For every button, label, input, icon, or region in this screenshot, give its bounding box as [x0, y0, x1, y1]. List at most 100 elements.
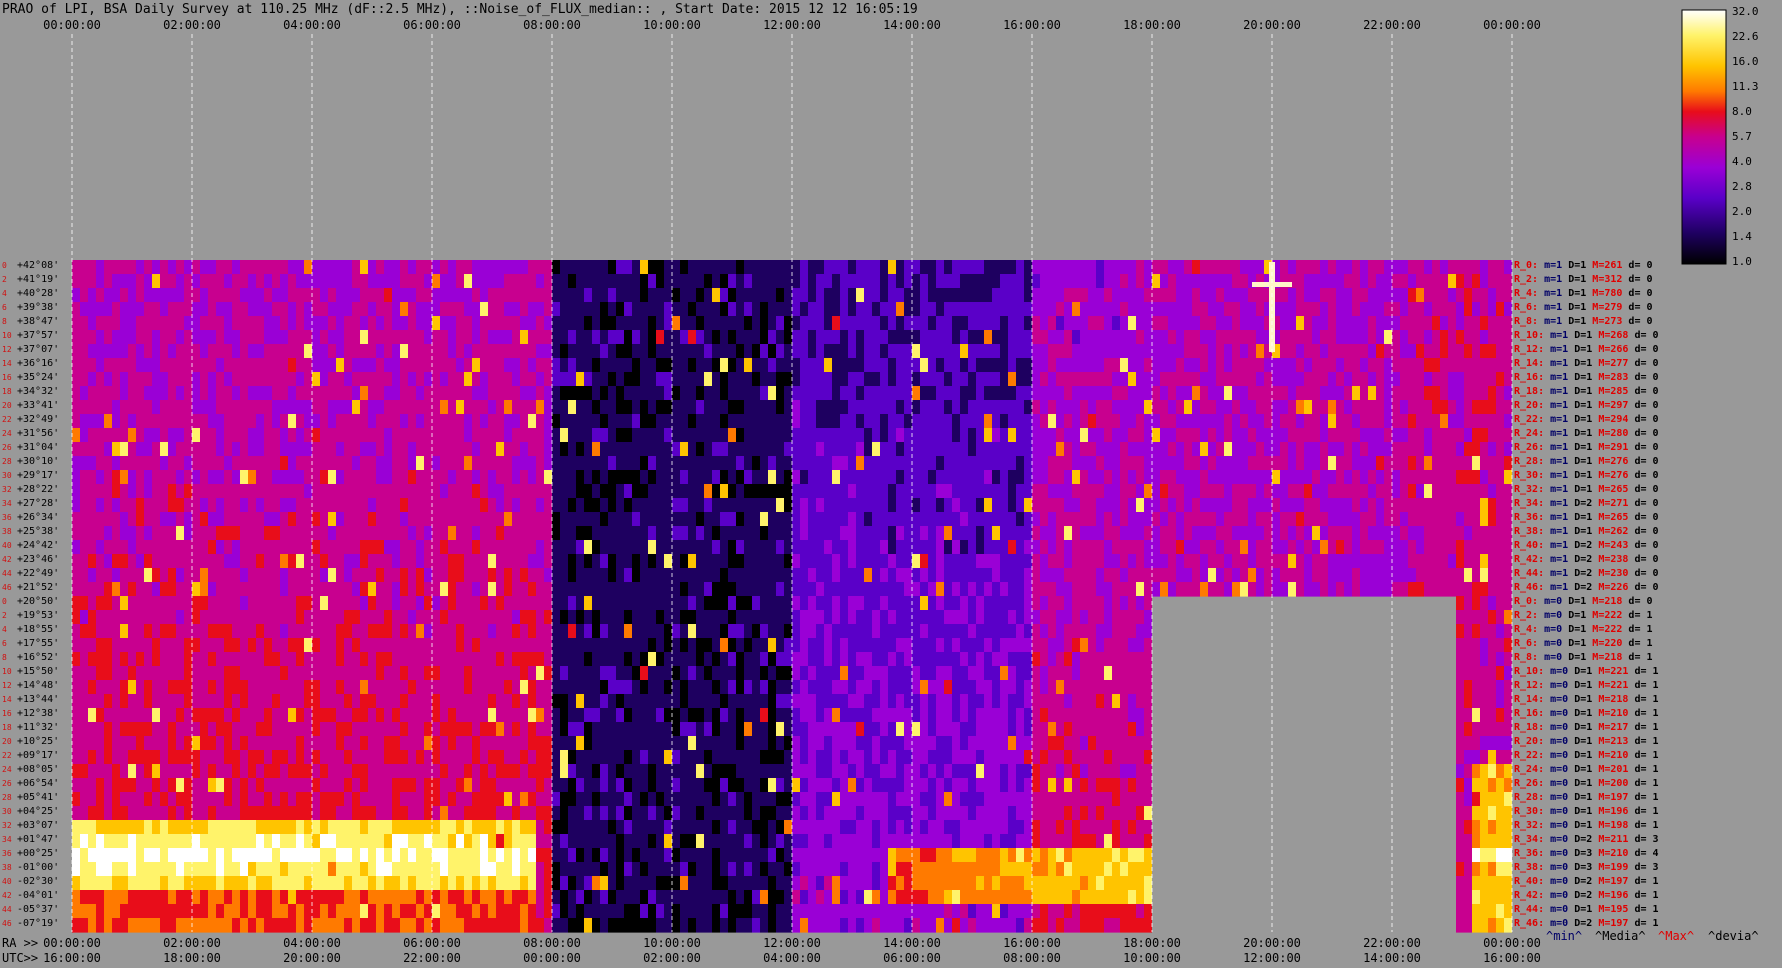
heatmap-cell	[408, 484, 416, 499]
heatmap-cell	[1064, 526, 1072, 541]
heatmap-cell	[496, 456, 504, 471]
heatmap-cell	[1328, 372, 1336, 387]
heatmap-cell	[816, 358, 824, 373]
heatmap-cell	[984, 344, 992, 359]
heatmap-cell	[512, 260, 520, 275]
heatmap-cell	[888, 274, 896, 289]
heatmap-cell	[992, 456, 1000, 471]
heatmap-cell	[248, 526, 256, 541]
heatmap-cell	[1024, 610, 1032, 625]
heatmap-cell	[232, 596, 240, 611]
heatmap-cell	[1056, 456, 1064, 471]
heatmap-cell	[896, 638, 904, 653]
heatmap-cell	[872, 470, 880, 485]
heatmap-cell	[200, 512, 208, 527]
heatmap-cell	[480, 456, 488, 471]
heatmap-cell	[1280, 470, 1288, 485]
heatmap-cell	[1120, 624, 1128, 639]
heatmap-cell	[936, 596, 944, 611]
heatmap-cell	[288, 526, 296, 541]
heatmap-cell	[1504, 442, 1512, 457]
heatmap-cell	[1488, 442, 1496, 457]
heatmap-cell	[72, 386, 80, 401]
heatmap-cell	[768, 652, 776, 667]
heatmap-cell	[120, 582, 128, 597]
heatmap-cell	[1376, 372, 1384, 387]
heatmap-cell	[744, 652, 752, 667]
heatmap-cell	[144, 610, 152, 625]
heatmap-cell	[616, 484, 624, 499]
heatmap-cell	[1416, 484, 1424, 499]
heatmap-cell	[1424, 316, 1432, 331]
heatmap-cell	[824, 456, 832, 471]
heatmap-cell	[112, 414, 120, 429]
heatmap-cell	[672, 498, 680, 513]
heatmap-cell	[1400, 260, 1408, 275]
heatmap-cell	[968, 498, 976, 513]
heatmap-cell	[1136, 330, 1144, 345]
heatmap-cell	[376, 456, 384, 471]
heatmap-cell	[192, 372, 200, 387]
heatmap-cell	[928, 498, 936, 513]
heatmap-cell	[72, 512, 80, 527]
heatmap-cell	[432, 260, 440, 275]
heatmap-cell	[720, 554, 728, 569]
heatmap-cell	[1120, 274, 1128, 289]
heatmap-cell	[792, 386, 800, 401]
heatmap-cell	[288, 274, 296, 289]
heatmap-cell	[344, 540, 352, 555]
heatmap-cell	[880, 456, 888, 471]
heatmap-cell	[856, 442, 864, 457]
heatmap-cell	[688, 624, 696, 639]
heatmap-cell	[1160, 274, 1168, 289]
heatmap-cell	[216, 596, 224, 611]
heatmap-cell	[552, 274, 560, 289]
heatmap-cell	[1360, 498, 1368, 513]
heatmap-cell	[648, 512, 656, 527]
heatmap-cell	[600, 498, 608, 513]
heatmap-cell	[1472, 568, 1480, 583]
heatmap-cell	[1224, 386, 1232, 401]
heatmap-cell	[528, 260, 536, 275]
heatmap-cell	[456, 302, 464, 317]
heatmap-cell	[408, 442, 416, 457]
heatmap-cell	[592, 344, 600, 359]
heatmap-cell	[616, 540, 624, 555]
heatmap-cell	[88, 470, 96, 485]
heatmap-cell	[1496, 386, 1504, 401]
heatmap-cell	[1096, 638, 1104, 653]
heatmap-cell	[1272, 428, 1280, 443]
heatmap-cell	[360, 610, 368, 625]
heatmap-cell	[80, 610, 88, 625]
heatmap-cell	[872, 638, 880, 653]
heatmap-cell	[664, 330, 672, 345]
heatmap-cell	[416, 344, 424, 359]
heatmap-cell	[1384, 372, 1392, 387]
heatmap-cell	[712, 540, 720, 555]
heatmap-cell	[1160, 526, 1168, 541]
heatmap-cell	[176, 582, 184, 597]
heatmap-cell	[528, 428, 536, 443]
heatmap-cell	[1256, 288, 1264, 303]
heatmap-cell	[88, 596, 96, 611]
heatmap-cell	[880, 610, 888, 625]
heatmap-cell	[856, 526, 864, 541]
heatmap-cell	[1376, 484, 1384, 499]
heatmap-cell	[304, 414, 312, 429]
heatmap-cell	[976, 582, 984, 597]
heatmap-cell	[1200, 498, 1208, 513]
heatmap-cell	[552, 554, 560, 569]
heatmap-cell	[1240, 330, 1248, 345]
heatmap-cell	[1144, 582, 1152, 597]
heatmap-cell	[1016, 428, 1024, 443]
heatmap-cell	[1488, 302, 1496, 317]
heatmap-cell	[752, 372, 760, 387]
heatmap-cell	[1144, 372, 1152, 387]
heatmap-cell	[288, 260, 296, 275]
heatmap-cell	[216, 386, 224, 401]
heatmap-cell	[1152, 470, 1160, 485]
heatmap-cell	[1160, 414, 1168, 429]
heatmap-cell	[760, 596, 768, 611]
heatmap-cell	[792, 526, 800, 541]
heatmap-cell	[712, 568, 720, 583]
